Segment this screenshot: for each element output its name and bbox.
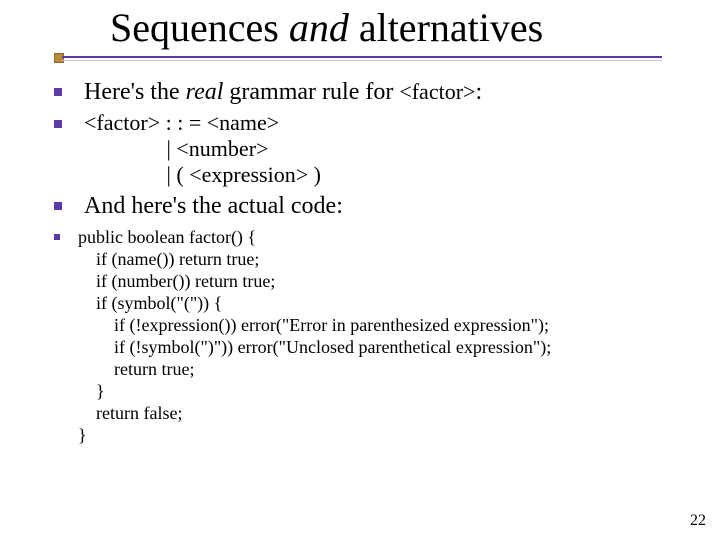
- slide: Sequences and alternatives Here's the re…: [0, 0, 720, 540]
- bullet-icon: [54, 120, 62, 128]
- page-number: 22: [690, 512, 706, 530]
- grammar-rule: <factor> : : = <name> | <number> | ( <ex…: [84, 110, 321, 188]
- slide-body: Here's the real grammar rule for <factor…: [54, 78, 690, 450]
- bullet-icon: [54, 202, 62, 210]
- bullet-1: Here's the real grammar rule for <factor…: [54, 78, 690, 106]
- bullet-4: public boolean factor() { if (name()) re…: [54, 226, 690, 446]
- slide-title: Sequences and alternatives: [110, 4, 543, 51]
- bullet-icon: [54, 88, 62, 96]
- title-underline: [62, 56, 662, 58]
- b1-real: real: [186, 79, 224, 105]
- title-post: alternatives: [349, 5, 543, 50]
- bullet-icon: [54, 234, 60, 240]
- title-and: and: [289, 5, 349, 50]
- bullet-2: <factor> : : = <name> | <number> | ( <ex…: [54, 110, 690, 188]
- bullet-1-text: Here's the real grammar rule for <factor…: [84, 78, 482, 106]
- b1-mid: grammar rule for: [223, 79, 399, 105]
- title-accent-square: [54, 53, 64, 63]
- bullet-3-text: And here's the actual code:: [84, 192, 343, 220]
- bullet-3: And here's the actual code:: [54, 192, 690, 220]
- code-block: public boolean factor() { if (name()) re…: [78, 226, 551, 446]
- b1-post: :: [475, 79, 482, 105]
- title-pre: Sequences: [110, 5, 289, 50]
- b1-grammar: <factor>: [399, 79, 475, 104]
- b1-pre: Here's the: [84, 79, 186, 105]
